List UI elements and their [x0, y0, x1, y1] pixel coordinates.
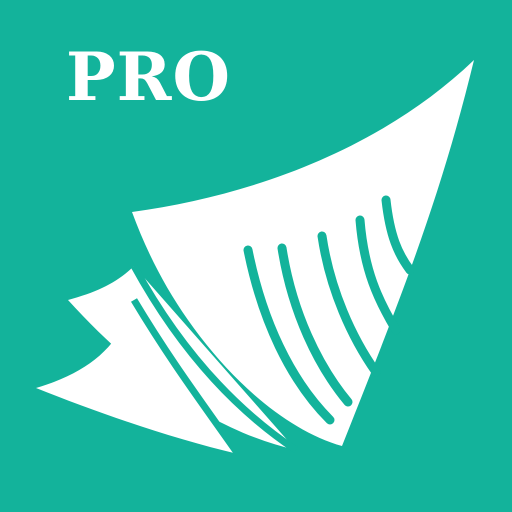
app-icon: PRO	[0, 0, 512, 512]
fanned-pages-icon	[36, 60, 474, 457]
